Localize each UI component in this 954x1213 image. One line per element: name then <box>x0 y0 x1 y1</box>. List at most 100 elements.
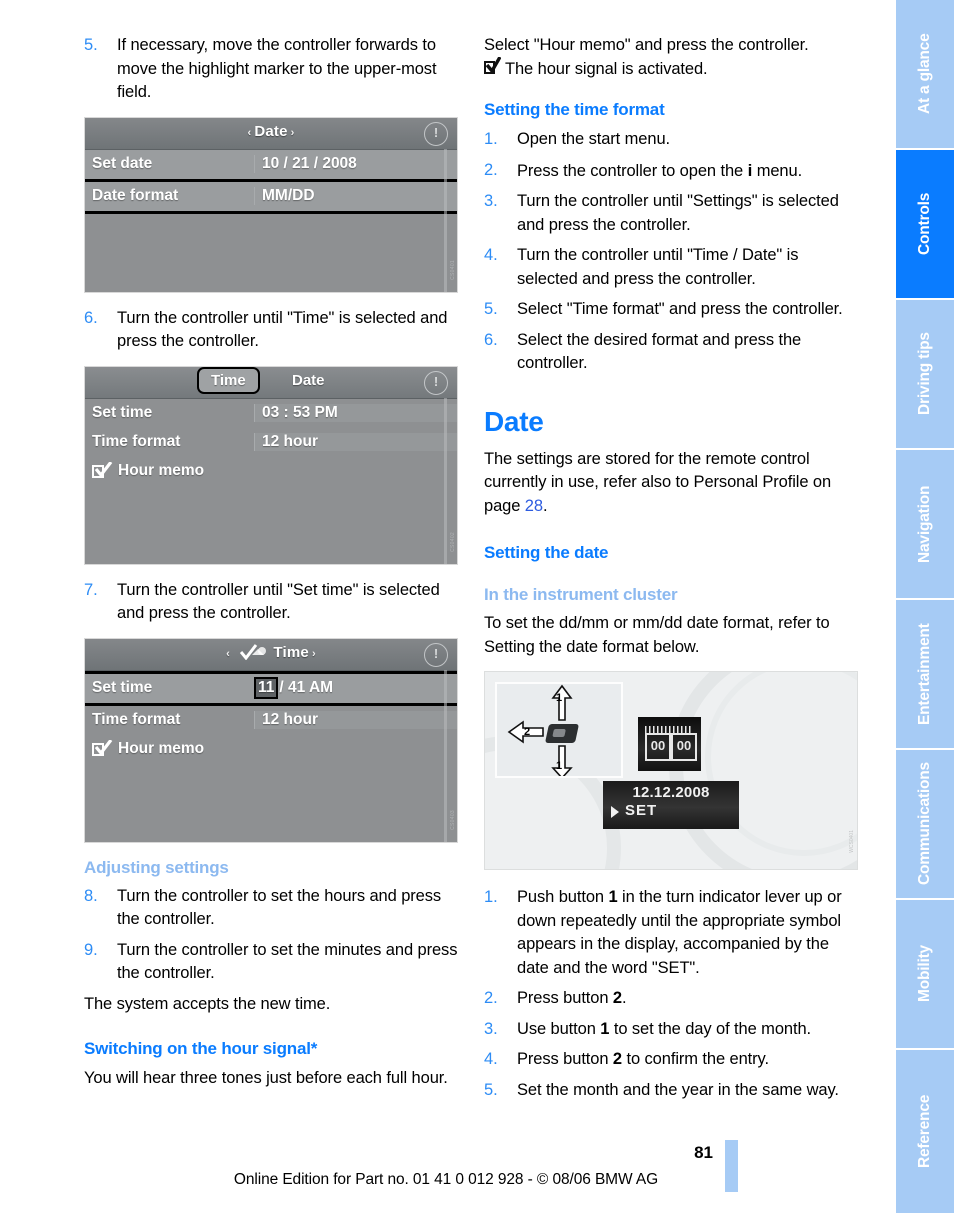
step-part-3: to set the day of the month. <box>609 1019 812 1038</box>
lcd-date-value: 12.12.2008 <box>632 784 710 801</box>
sidebar-item-mobility[interactable]: Mobility <box>896 900 954 1048</box>
idrive-title: ‹ Date › <box>85 123 457 140</box>
sidebar-item-entertainment[interactable]: Entertainment <box>896 600 954 748</box>
highlighted-hour-value: 11 <box>254 677 279 699</box>
table-row: Date format MM/DD <box>85 178 457 214</box>
step-text-before: Press the controller to open the <box>517 161 748 180</box>
step-part-1: Push button <box>517 888 609 906</box>
row-value: 10 / 21 / 2008 <box>254 155 457 173</box>
button-ref: 2 <box>612 1050 622 1068</box>
lcd-symbol-display: 00 00 <box>638 717 701 771</box>
step-part-1: Use button <box>517 1019 601 1038</box>
table-row: Time format 12 hour <box>85 706 457 735</box>
row-label: Time format <box>92 711 181 728</box>
sidebar-item-label: Communications <box>916 762 933 886</box>
instrument-cluster-photo: 1 1 2 00 00 12.12.2008 SET WCS0401 <box>484 671 858 870</box>
sidebar-item-at-a-glance[interactable]: At a glance <box>896 0 954 148</box>
rest-time-value: / 41 AM <box>279 679 334 696</box>
date-section-body: The settings are stored for the remote c… <box>484 448 858 519</box>
checkbox-checked-icon <box>92 461 113 479</box>
list-item: 6. Turn the controller until "Time" is s… <box>84 307 458 354</box>
table-row-checkbox: Hour memo <box>85 735 457 764</box>
step-number: 7. <box>84 580 98 599</box>
table-row: Time format 12 hour <box>85 428 457 457</box>
step-part-1: Set the month and the year in the same w… <box>517 1080 839 1099</box>
table-row: Set time 11/ 41 AM <box>85 670 457 706</box>
idrive-header: ‹ Date › ! <box>85 117 457 150</box>
idrive-empty-area <box>85 214 457 292</box>
step-text: Select the desired format and press the … <box>517 330 802 373</box>
row-label: Set time <box>92 679 153 696</box>
list-item: 2. Press the controller to open the i me… <box>484 159 858 184</box>
list-item: 5. Select "Time format" and press the co… <box>484 298 858 322</box>
checkbox-checked-icon <box>92 739 113 757</box>
idrive-screenshot-date: ‹ Date › ! Set date 10 / 21 / 2008 Date fo… <box>84 116 458 293</box>
right-column: Select "Hour memo" and press the control… <box>484 34 858 1109</box>
setting-the-date-heading: Setting the date <box>484 543 609 562</box>
sidebar-item-navigation[interactable]: Navigation <box>896 450 954 598</box>
arrow-left-icon: ‹ <box>247 126 252 139</box>
manual-page: 5. If necessary, move the controller for… <box>0 0 954 1213</box>
image-watermark: CS0401 <box>450 259 456 280</box>
checkbox-label: Hour memo <box>118 740 205 757</box>
lcd-segment-left: 00 <box>645 733 671 761</box>
hour-memo-line-1: Select "Hour memo" and press the control… <box>484 36 809 54</box>
instrument-cluster-text: To set the dd/mm or mm/dd date format, r… <box>484 614 830 656</box>
callout-label-1-top: 1 <box>556 692 563 704</box>
row-value: 12 hour <box>254 433 457 451</box>
lcd-comb-graphic <box>645 726 693 733</box>
clock-icon: ! <box>424 121 448 146</box>
sidebar-item-controls[interactable]: Controls <box>896 150 954 298</box>
idrive-title-text: Date <box>254 122 288 140</box>
step-text: Open the start menu. <box>517 130 671 148</box>
button-ref: 1 <box>600 1019 610 1038</box>
table-row: Set date 10 / 21 / 2008 <box>85 149 457 179</box>
step-number: 6. <box>84 308 98 327</box>
step-number: 5. <box>484 1080 498 1099</box>
time-format-steps: 1. Open the start menu. 2. Press the con… <box>484 128 858 376</box>
step-number: 4. <box>484 246 498 264</box>
page-title: Date <box>484 405 544 437</box>
sidebar-item-label: Navigation <box>916 485 933 563</box>
list-item: 1. Push button 1 in the turn indicator l… <box>484 886 858 980</box>
page-footer: 81 Online Edition for Part no. 01 41 0 0… <box>0 1139 954 1213</box>
page-reference-link[interactable]: 28 <box>525 497 543 515</box>
button-ref: 1 <box>608 888 618 906</box>
step-number: 2. <box>484 160 498 179</box>
row-label: Set time <box>92 404 153 421</box>
system-accepts-note: The system accepts the new time. <box>84 994 331 1013</box>
sidebar-item-communications[interactable]: Communications <box>896 750 954 898</box>
idrive-empty-area <box>85 764 457 842</box>
step-number: 1. <box>484 888 498 906</box>
step-part-1: Press button <box>517 989 613 1007</box>
table-row-checkbox: Hour memo <box>85 457 457 486</box>
list-item: 4. Press button 2 to confirm the entry. <box>484 1048 858 1072</box>
adjusting-settings-heading: Adjusting settings <box>84 857 229 877</box>
adjusting-settings-steps: 8. Turn the controller to set the hours … <box>84 885 458 986</box>
page-content: 5. If necessary, move the controller for… <box>84 34 858 1144</box>
hour-signal-heading: Switching on the hour signal* <box>84 1039 318 1058</box>
image-watermark: WCS0401 <box>849 830 855 853</box>
sidebar-item-label: Entertainment <box>916 623 933 725</box>
step-text: Turn the controller until "Time" is sele… <box>117 308 448 351</box>
lcd-date-display: 12.12.2008 SET <box>603 781 739 829</box>
section-sidebar: At a glance Controls Driving tips Naviga… <box>896 0 954 1213</box>
left-step-7-list: 7. Turn the controller until "Set time" … <box>84 579 458 626</box>
idrive-screenshot-time: Time Date ! Set time 03 : 53 PM Time for… <box>84 365 458 565</box>
row-value: 11/ 41 AM <box>254 677 457 699</box>
clock-icon: ! <box>424 370 448 395</box>
list-item: 9. Turn the controller to set the minute… <box>84 939 458 986</box>
list-item: 3. Use button 1 to set the day of the mo… <box>484 1018 858 1042</box>
page-number: 81 <box>694 1143 713 1162</box>
step-part-3: to confirm the entry. <box>622 1050 769 1068</box>
row-value: MM/DD <box>254 187 457 205</box>
sidebar-item-label: Driving tips <box>916 332 933 416</box>
image-watermark: CS0402 <box>450 531 456 552</box>
turn-indicator-lever-inset: 1 1 2 <box>495 682 623 778</box>
sidebar-item-label: Controls <box>916 192 933 256</box>
step-text: Turn the controller to set the hours and… <box>117 886 442 929</box>
step-number: 4. <box>484 1050 498 1068</box>
list-item: 5. Set the month and the year in the sam… <box>484 1079 858 1103</box>
sidebar-item-driving-tips[interactable]: Driving tips <box>896 300 954 448</box>
clock-icon: ! <box>424 642 448 667</box>
